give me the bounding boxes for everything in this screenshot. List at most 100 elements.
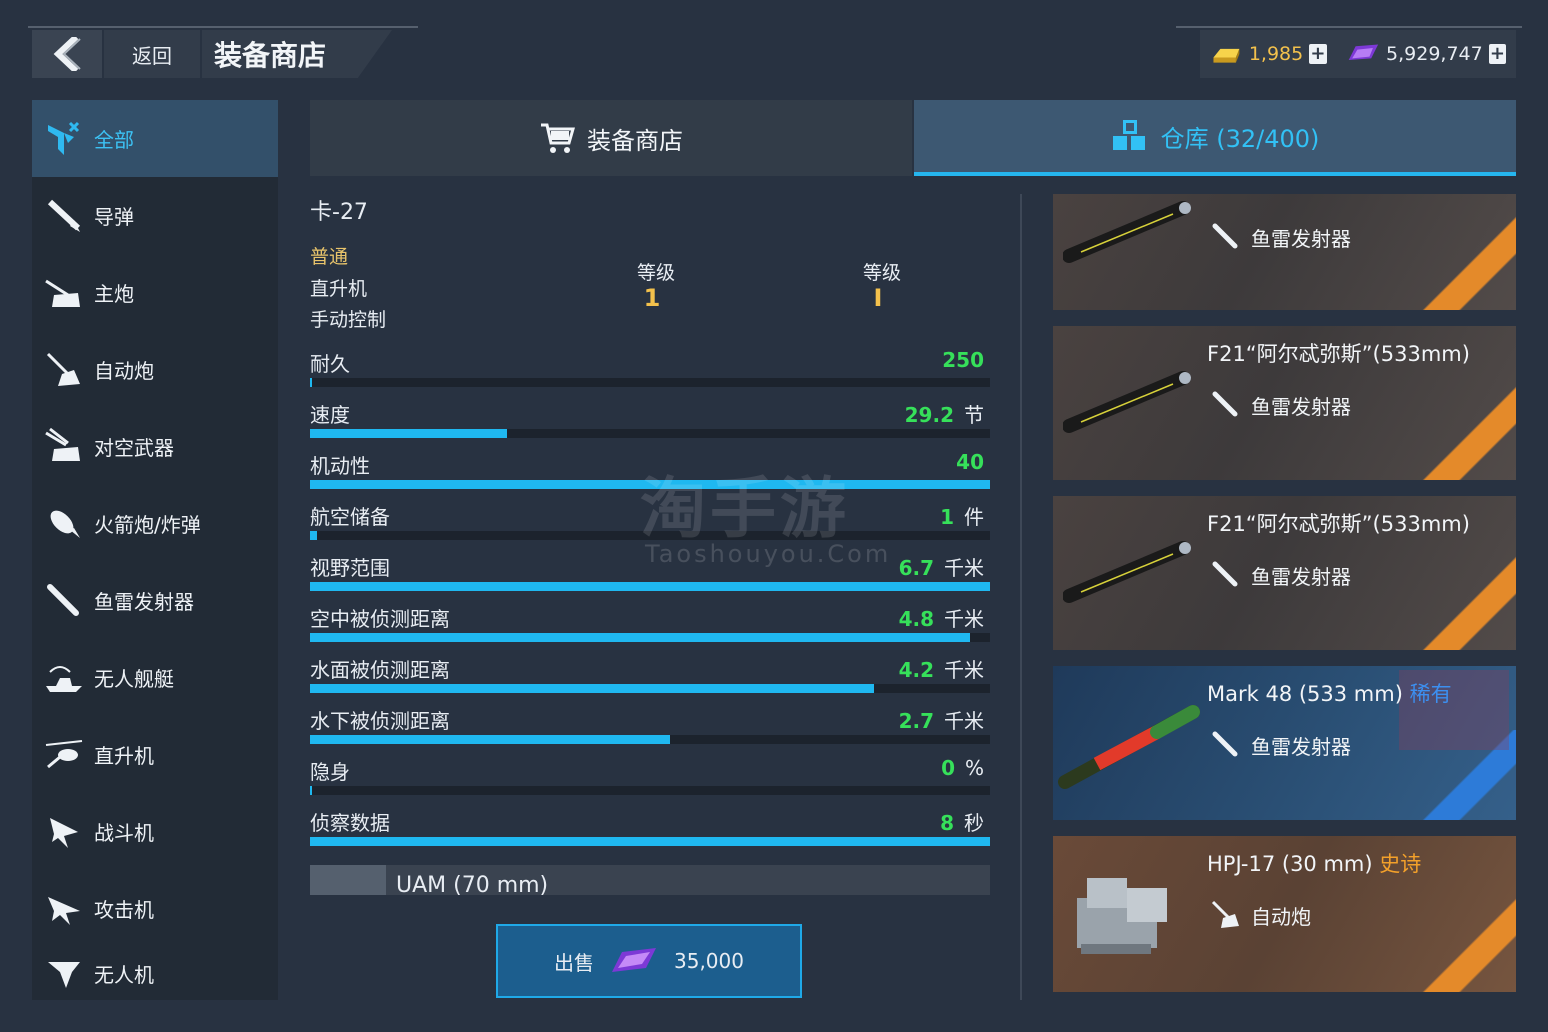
card-type: 鱼雷发射器 bbox=[1211, 390, 1351, 420]
sidebar-item-anti-air[interactable]: 对空武器 bbox=[32, 408, 278, 485]
card-stripe bbox=[1396, 210, 1516, 310]
sell-price: 35,000 bbox=[674, 949, 744, 973]
card-type-label: 自动炮 bbox=[1251, 904, 1311, 929]
warehouse-card[interactable]: F21“阿尔忒弥斯”(533mm) 鱼雷发射器 bbox=[1053, 496, 1516, 650]
tab-shop-label: 装备商店 bbox=[587, 126, 683, 155]
drone-icon bbox=[42, 952, 86, 996]
gold-amount: 1,985 bbox=[1248, 43, 1304, 65]
stat-number: 1 bbox=[940, 505, 954, 529]
torpedo-image bbox=[1063, 371, 1191, 433]
gem-card-icon bbox=[1348, 44, 1379, 61]
stat-bar-fill bbox=[310, 429, 508, 438]
next-item-row[interactable]: UAM (70 mm) bbox=[310, 865, 990, 895]
card-title: Mark 48 (533 mm) 稀有 bbox=[1207, 678, 1452, 708]
stat-bar-fill bbox=[310, 786, 312, 795]
gem-card-icon bbox=[612, 948, 656, 972]
sidebar-item-missile[interactable]: 导弹 bbox=[32, 177, 278, 254]
gold-bar-icon bbox=[1213, 48, 1240, 63]
stat-value: 4.2 千米 bbox=[899, 654, 984, 683]
card-title-text: F21“阿尔忒弥斯”(533mm) bbox=[1207, 342, 1470, 366]
back-arrow-icon bbox=[53, 37, 81, 71]
sidebar-item-label: 导弹 bbox=[94, 205, 134, 229]
stat-unit: 件 bbox=[964, 505, 984, 529]
stat-number: 6.7 bbox=[898, 556, 934, 580]
stat-label: 空中被侦测距离 bbox=[310, 607, 450, 631]
stat-unit: 节 bbox=[964, 403, 984, 427]
helicopter-icon bbox=[42, 733, 86, 777]
next-item-name: UAM (70 mm) bbox=[396, 873, 549, 895]
sidebar-item-rocket-bomb[interactable]: 火箭炮/炸弹 bbox=[32, 485, 278, 562]
sidebar-item-torpedo[interactable]: 鱼雷发射器 bbox=[32, 562, 278, 639]
sidebar-item-drone[interactable]: 无人机 bbox=[32, 947, 278, 1000]
stat-row: 侦察数据 8 秒 bbox=[310, 807, 990, 857]
gem-amount: 5,929,747 bbox=[1386, 43, 1483, 65]
stat-value: 40 bbox=[956, 450, 984, 474]
stat-bar bbox=[310, 684, 990, 693]
stat-label: 水下被侦测距离 bbox=[310, 709, 450, 733]
tab-shop[interactable]: 装备商店 bbox=[310, 100, 912, 176]
sidebar-item-drone-boat[interactable]: 无人舰艇 bbox=[32, 639, 278, 716]
stat-bar-fill bbox=[310, 837, 990, 846]
warehouse-card[interactable]: Mark 48 (533 mm) 稀有 鱼雷发射器 bbox=[1053, 666, 1516, 820]
stat-value: 6.7 千米 bbox=[899, 552, 984, 581]
warehouse-card[interactable]: F21“阿尔忒弥斯”(533mm) 鱼雷发射器 bbox=[1053, 326, 1516, 480]
stat-label: 隐身 bbox=[310, 760, 350, 784]
tab-warehouse[interactable]: 仓库 (32/400) bbox=[914, 100, 1516, 176]
card-rarity: 史诗 bbox=[1379, 852, 1422, 876]
stat-number: 29.2 bbox=[904, 403, 954, 427]
card-stripe bbox=[1396, 550, 1516, 650]
sidebar-item-label: 攻击机 bbox=[94, 898, 154, 922]
card-title-text: Mark 48 (533 mm) bbox=[1207, 682, 1403, 706]
item-control: 手动控制 bbox=[310, 309, 387, 331]
card-type: 鱼雷发射器 bbox=[1211, 560, 1351, 590]
drone-boat-icon bbox=[42, 656, 86, 700]
stat-number: 0 bbox=[941, 756, 955, 780]
stat-bar-fill bbox=[310, 684, 875, 693]
add-gold-button[interactable]: + bbox=[1309, 44, 1327, 64]
stat-number: 4.8 bbox=[898, 607, 934, 631]
sell-label: 出售 bbox=[554, 950, 594, 975]
stat-value: 250 bbox=[942, 348, 984, 372]
turret-image bbox=[1077, 878, 1167, 954]
autocannon-icon bbox=[42, 348, 86, 392]
sidebar-item-label: 鱼雷发射器 bbox=[94, 590, 194, 614]
add-gem-button[interactable]: + bbox=[1488, 44, 1506, 64]
watermark-sub: Taoshouyou.Com bbox=[645, 540, 892, 568]
stat-value: 8秒 bbox=[940, 807, 984, 836]
torpedo-icon bbox=[42, 579, 86, 623]
next-item-thumb bbox=[310, 865, 386, 895]
sidebar-item-helicopter[interactable]: 直升机 bbox=[32, 716, 278, 793]
torpedo-icon bbox=[1212, 731, 1238, 757]
autocannon-icon bbox=[1211, 900, 1239, 928]
all-filter-icon bbox=[42, 117, 86, 161]
sidebar-item-all[interactable]: 全部 bbox=[32, 100, 278, 177]
stat-value: 4.8 千米 bbox=[899, 603, 984, 632]
level-label: 等级 bbox=[636, 262, 675, 284]
sidebar-item-main-gun[interactable]: 主炮 bbox=[32, 254, 278, 331]
sidebar-item-attacker[interactable]: 攻击机 bbox=[32, 870, 278, 947]
card-type-label: 鱼雷发射器 bbox=[1251, 734, 1351, 759]
card-type-label: 鱼雷发射器 bbox=[1251, 226, 1351, 251]
stat-bar bbox=[310, 429, 990, 438]
sell-button[interactable]: 出售 35,000 bbox=[496, 924, 802, 998]
warehouse-card[interactable]: HPJ-17 (30 mm) 史诗 自动炮 bbox=[1053, 836, 1516, 992]
back-button[interactable] bbox=[32, 30, 102, 78]
sidebar-item-fighter[interactable]: 战斗机 bbox=[32, 793, 278, 870]
stat-label: 机动性 bbox=[310, 454, 370, 478]
stat-bar-fill bbox=[310, 735, 671, 744]
stat-bar-fill bbox=[310, 582, 990, 591]
stat-row: 空中被侦测距离 4.8 千米 bbox=[310, 603, 990, 653]
sidebar-item-label: 直升机 bbox=[94, 744, 154, 768]
card-title: HPJ-17 (30 mm) 史诗 bbox=[1207, 848, 1421, 878]
sidebar-item-label: 战斗机 bbox=[94, 821, 154, 845]
cart-icon bbox=[541, 123, 575, 153]
card-rarity: 稀有 bbox=[1409, 682, 1452, 706]
stat-unit: 千米 bbox=[944, 658, 984, 682]
torpedo-image bbox=[1058, 705, 1200, 789]
warehouse-card[interactable]: 鱼雷发射器 bbox=[1053, 194, 1516, 310]
back-label[interactable]: 返回 bbox=[104, 30, 200, 78]
card-type: 自动炮 bbox=[1211, 900, 1311, 930]
stat-row: 速度 29.2 节 bbox=[310, 399, 990, 449]
sidebar-item-autocannon[interactable]: 自动炮 bbox=[32, 331, 278, 408]
page-title: 装备商店 bbox=[202, 30, 392, 78]
